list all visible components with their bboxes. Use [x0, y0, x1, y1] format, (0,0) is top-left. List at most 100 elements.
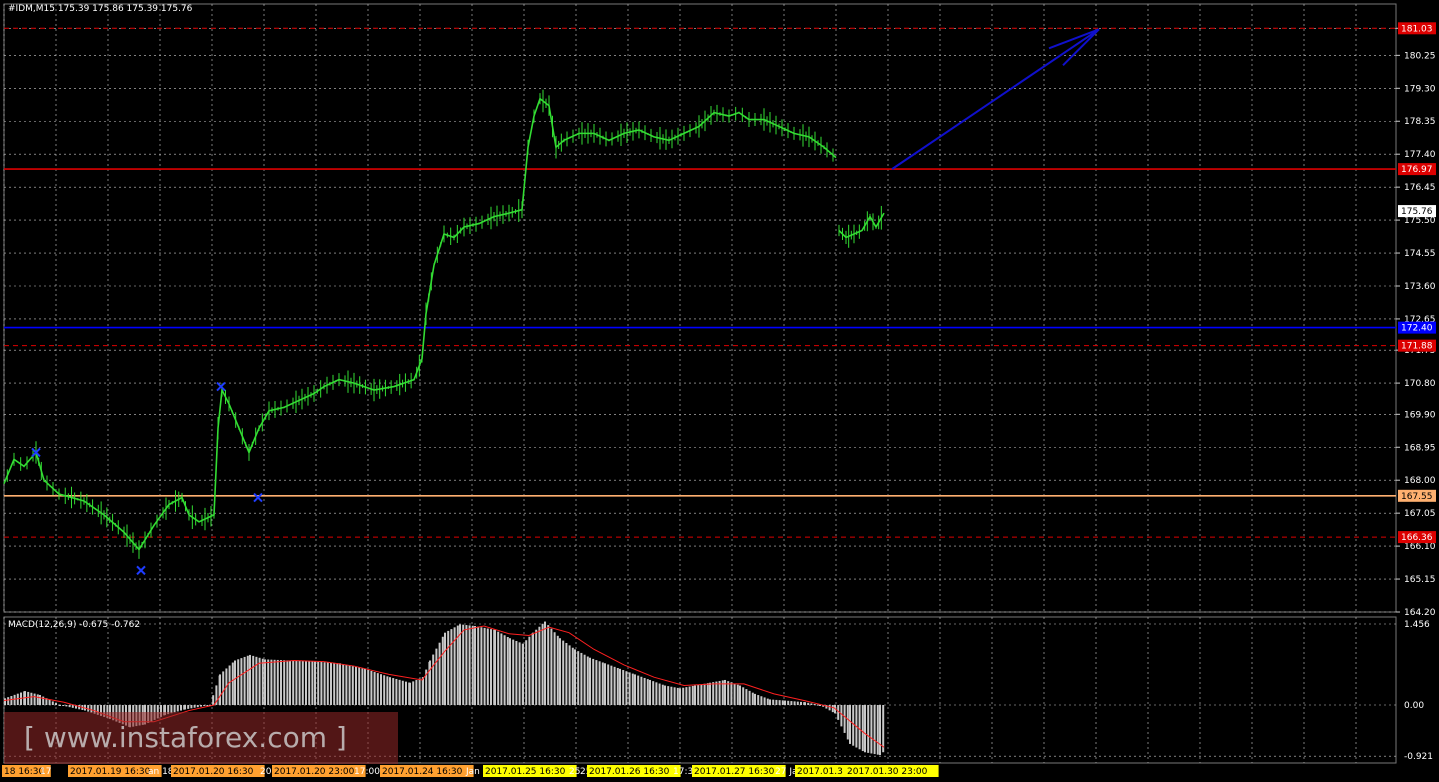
macd-y-tick-label: -0.921: [1404, 752, 1433, 762]
macd-bar: [688, 686, 691, 705]
macd-bar: [673, 687, 676, 705]
macd-bar: [200, 705, 202, 707]
price-label: 172.40: [1401, 324, 1433, 334]
watermark: [ www.instaforex.com ]: [4, 712, 398, 764]
macd-bar: [345, 664, 348, 705]
macd-bar: [697, 684, 700, 705]
macd-bar: [655, 682, 658, 705]
y-tick-label: 168.00: [1404, 476, 1436, 486]
macd-bar: [386, 676, 389, 705]
macd-bar: [637, 675, 640, 705]
macd-bar: [843, 705, 846, 733]
macd-bar: [760, 696, 763, 705]
macd-bar: [628, 672, 631, 705]
x-axis-label: 2017.01.20 16:30: [173, 767, 254, 777]
macd-bar: [700, 684, 703, 705]
price-label: 167.55: [1401, 492, 1433, 502]
macd-bar: [376, 673, 379, 705]
macd-bar: [727, 681, 730, 705]
macd-bar: [444, 632, 446, 705]
macd-bar: [769, 699, 771, 705]
macd-bar: [412, 681, 415, 705]
macd-bar: [781, 700, 784, 705]
macd-bar: [401, 680, 404, 705]
macd-bar: [39, 694, 41, 705]
macd-bar: [682, 687, 685, 705]
macd-bar: [800, 701, 802, 705]
macd-bar: [643, 677, 646, 705]
macd-y-tick-label: 0.00: [1404, 701, 1424, 711]
macd-bar: [280, 660, 282, 705]
macd-bar: [589, 657, 591, 705]
macd-bar: [212, 695, 215, 705]
y-tick-label: 179.30: [1404, 84, 1436, 94]
macd-bar: [276, 659, 279, 705]
chart-title: #IDM,M15 175.39 175.86 175.39 175.76: [8, 4, 193, 14]
x-axis-label: 17: [40, 767, 51, 777]
macd-bar: [435, 648, 438, 705]
macd-bar: [867, 705, 870, 753]
macd-bar: [525, 640, 528, 705]
macd-bar: [515, 640, 518, 705]
macd-bar: [333, 662, 336, 705]
macd-bar: [33, 693, 36, 705]
macd-bar: [249, 654, 251, 705]
macd-bar: [267, 659, 270, 705]
macd-bar: [661, 684, 664, 705]
macd-bar: [775, 699, 778, 705]
macd-bar: [364, 668, 366, 705]
macd-bar: [816, 704, 819, 706]
macd-bar: [532, 632, 534, 705]
macd-bar: [861, 705, 864, 752]
macd-bar: [706, 683, 709, 705]
macd-bar: [613, 666, 616, 705]
macd-bar: [323, 662, 326, 705]
macd-bar: [718, 680, 721, 705]
macd-bar: [550, 628, 553, 705]
y-tick-label: 164.20: [1404, 608, 1436, 618]
macd-bar: [553, 632, 556, 705]
macd-bar: [447, 630, 450, 705]
macd-bar: [380, 674, 382, 705]
macd-bar: [13, 694, 16, 705]
macd-bar: [778, 700, 781, 705]
macd-title: MACD(12,26,9) -0.675 -0.762: [8, 620, 141, 630]
y-tick-label: 175.50: [1404, 216, 1436, 226]
macd-bar: [480, 627, 483, 705]
macd-bar: [196, 705, 199, 708]
macd-bar: [813, 703, 816, 705]
macd-bar: [730, 682, 733, 705]
macd-bar: [301, 661, 304, 705]
macd-bar: [438, 642, 441, 705]
macd-bar: [237, 659, 240, 705]
macd-bar: [522, 643, 524, 705]
macd-bar: [739, 685, 741, 705]
macd-bar: [598, 661, 601, 705]
macd-bar: [577, 651, 580, 705]
macd-bar: [55, 702, 57, 705]
x-axis-label: 2017.01.3: [797, 767, 843, 777]
macd-bar: [351, 666, 354, 705]
macd-bar: [873, 705, 876, 755]
macd-bar: [398, 679, 401, 705]
macd-bar: [849, 705, 851, 744]
macd-bar: [736, 684, 739, 705]
macd-bar: [314, 661, 316, 705]
macd-bar: [228, 665, 231, 705]
macd-bar: [405, 681, 407, 705]
macd-bar: [317, 661, 320, 705]
macd-bar: [339, 663, 341, 705]
macd-bar: [559, 638, 561, 705]
macd-bar: [62, 705, 65, 706]
price-chart[interactable]: 181.03 180.25 179.30 178.35 177.40 176.45 175.…: [0, 0, 1439, 782]
fractal-marker: [136, 565, 146, 576]
macd-bar: [10, 696, 13, 705]
macd-bar: [858, 705, 861, 750]
macd-bar: [709, 682, 711, 705]
macd-bar: [308, 661, 311, 705]
macd-bar: [535, 629, 538, 705]
macd-bar: [383, 675, 386, 705]
macd-bar: [450, 629, 453, 705]
macd-bar: [625, 671, 628, 705]
macd-bar: [392, 678, 395, 705]
